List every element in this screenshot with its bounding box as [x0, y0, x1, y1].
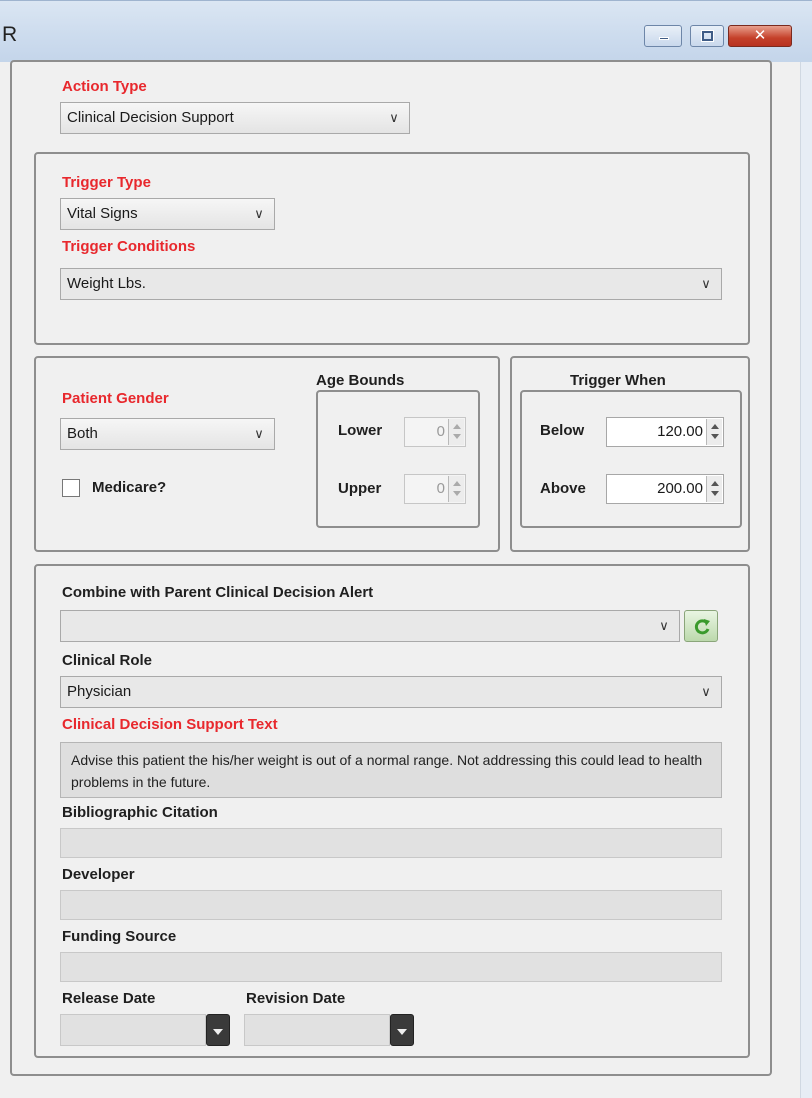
refresh-icon	[694, 619, 710, 635]
chevron-down-icon: ∨	[701, 684, 711, 699]
calendar-dropdown-icon[interactable]	[390, 1014, 414, 1046]
patient-gender-label: Patient Gender	[62, 390, 169, 407]
spinner-arrows-icon	[448, 419, 464, 445]
trigger-conditions-label: Trigger Conditions	[62, 238, 196, 255]
trigger-conditions-select[interactable]: Weight Lbs. ∨	[60, 268, 722, 300]
release-date-input[interactable]	[60, 1014, 206, 1046]
combine-parent-label: Combine with Parent Clinical Decision Al…	[62, 584, 374, 601]
release-date-label: Release Date	[62, 990, 156, 1007]
trigger-type-value: Vital Signs	[67, 205, 138, 222]
clinical-role-value: Physician	[67, 683, 132, 700]
chevron-down-icon: ∨	[254, 426, 264, 441]
minimize-button[interactable]	[644, 25, 682, 47]
developer-label: Developer	[62, 866, 135, 883]
patient-gender-value: Both	[67, 425, 98, 442]
trigger-above-label: Above	[540, 480, 586, 497]
minimize-icon	[659, 37, 669, 40]
title-bar: R ✕	[0, 0, 812, 62]
chevron-down-icon: ∨	[254, 206, 264, 221]
age-lower-spinner[interactable]: 0	[404, 417, 466, 447]
combine-parent-select[interactable]: ∨	[60, 610, 680, 642]
cds-text-label: Clinical Decision Support Text	[62, 716, 278, 733]
funding-source-label: Funding Source	[62, 928, 177, 945]
trigger-above-value: 200.00	[657, 480, 703, 497]
chevron-down-icon: ∨	[389, 110, 399, 125]
age-upper-label: Upper	[338, 480, 382, 497]
action-type-value: Clinical Decision Support	[67, 109, 234, 126]
chevron-down-icon: ∨	[701, 276, 711, 291]
age-bounds-group	[316, 390, 480, 528]
trigger-when-group	[520, 390, 742, 528]
patient-gender-select[interactable]: Both ∨	[60, 418, 275, 450]
cds-text-area[interactable]: Advise this patient the his/her weight i…	[60, 742, 722, 798]
medicare-checkbox[interactable]	[62, 479, 80, 497]
chevron-down-icon: ∨	[659, 618, 669, 633]
medicare-label: Medicare?	[92, 479, 167, 496]
spinner-arrows-icon	[706, 419, 722, 445]
age-bounds-title: Age Bounds	[316, 372, 405, 389]
age-upper-value: 0	[436, 480, 445, 497]
action-type-select[interactable]: Clinical Decision Support ∨	[60, 102, 410, 134]
trigger-above-spinner[interactable]: 200.00	[606, 474, 724, 504]
citation-input[interactable]	[60, 828, 722, 858]
age-upper-spinner[interactable]: 0	[404, 474, 466, 504]
age-lower-label: Lower	[338, 422, 383, 439]
refresh-button[interactable]	[684, 610, 718, 642]
calendar-dropdown-icon[interactable]	[206, 1014, 230, 1046]
trigger-type-select[interactable]: Vital Signs ∨	[60, 198, 275, 230]
trigger-below-spinner[interactable]: 120.00	[606, 417, 724, 447]
close-button[interactable]: ✕	[728, 25, 792, 47]
trigger-when-title: Trigger When	[570, 372, 666, 389]
close-icon: ✕	[753, 27, 767, 44]
clinical-role-select[interactable]: Physician ∨	[60, 676, 722, 708]
developer-input[interactable]	[60, 890, 722, 920]
revision-date-input[interactable]	[244, 1014, 390, 1046]
maximize-button[interactable]	[690, 25, 724, 47]
trigger-below-value: 120.00	[657, 423, 703, 440]
window-edge	[800, 62, 812, 1098]
maximize-icon	[702, 31, 713, 41]
trigger-type-label: Trigger Type	[62, 174, 151, 191]
spinner-arrows-icon	[706, 476, 722, 502]
funding-source-input[interactable]	[60, 952, 722, 982]
trigger-below-label: Below	[540, 422, 585, 439]
action-type-label: Action Type	[62, 78, 147, 95]
revision-date-label: Revision Date	[246, 990, 346, 1007]
age-lower-value: 0	[436, 423, 445, 440]
trigger-conditions-value: Weight Lbs.	[67, 275, 146, 292]
citation-label: Bibliographic Citation	[62, 804, 218, 821]
window-title: R	[2, 23, 18, 46]
clinical-role-label: Clinical Role	[62, 652, 153, 669]
spinner-arrows-icon	[448, 476, 464, 502]
